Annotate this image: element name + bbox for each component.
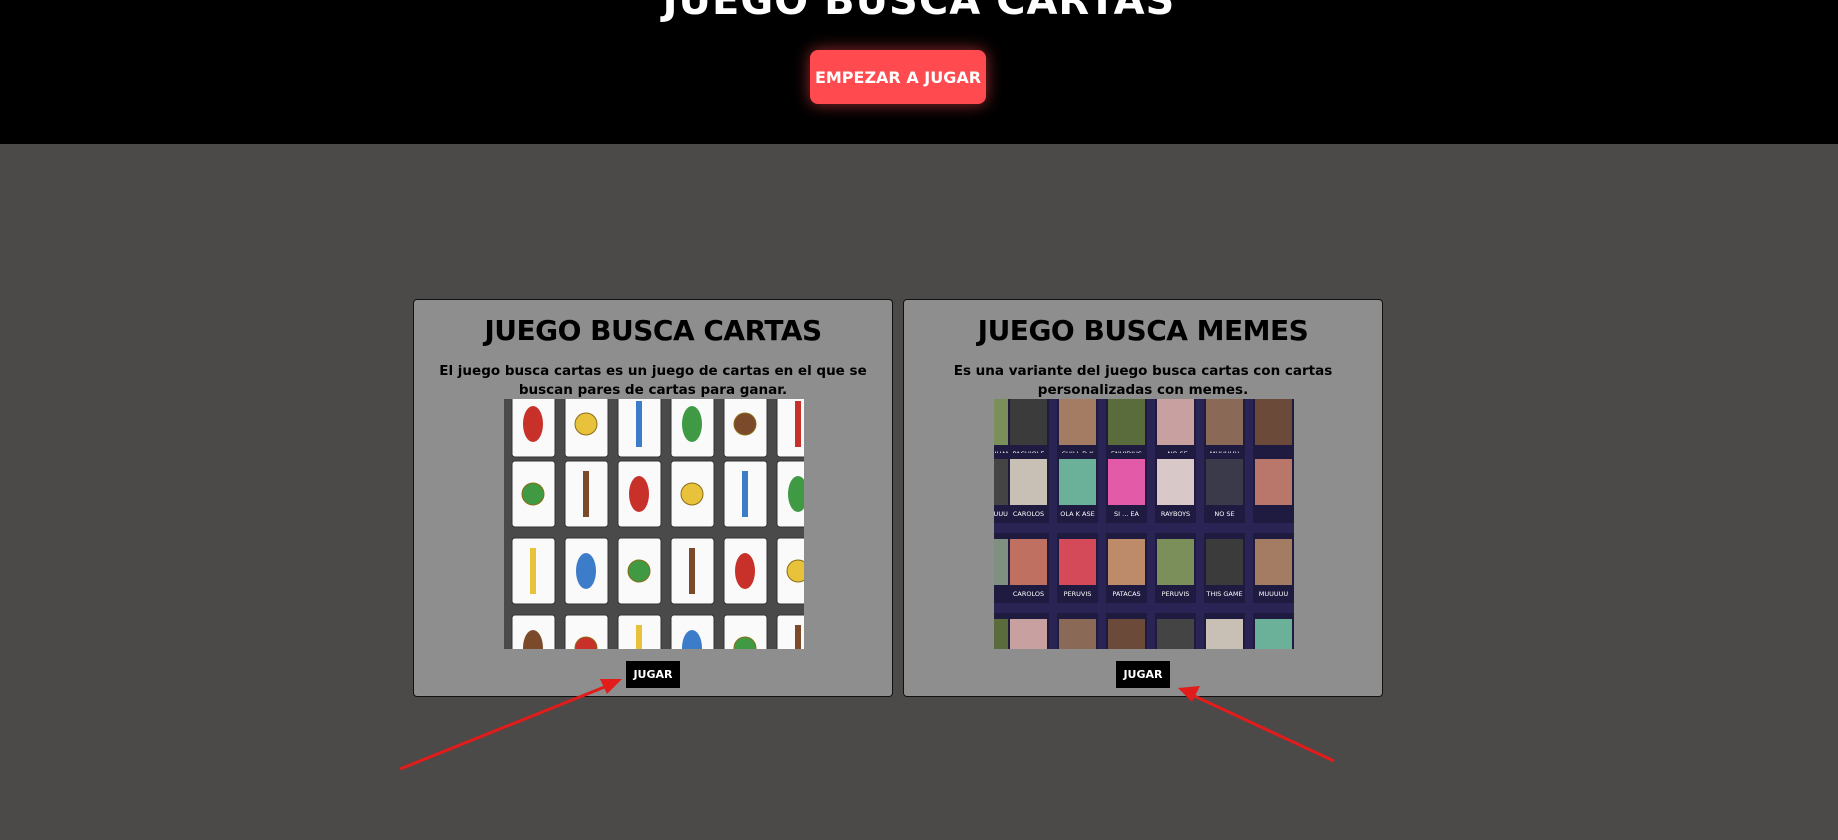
arrow-right-icon (1178, 686, 1335, 763)
annotation-arrows (399, 679, 1335, 771)
arrow-left-icon (399, 679, 622, 771)
